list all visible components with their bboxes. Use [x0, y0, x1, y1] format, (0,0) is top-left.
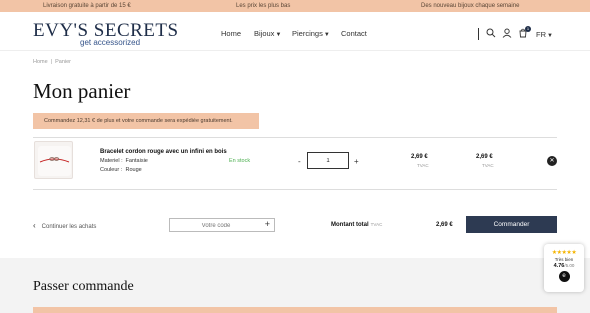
language-selector[interactable]: FR▼	[536, 30, 553, 39]
breadcrumb-current: Panier	[55, 59, 72, 65]
line-total-tax: TVAC	[482, 163, 494, 168]
search-icon[interactable]	[486, 28, 496, 38]
divider	[33, 189, 557, 190]
rating-stars-icon: ★★★★★	[551, 250, 577, 256]
announcement-low-prices: Les prix les plus bas	[236, 3, 291, 9]
nav-bijoux-label: Bijoux	[254, 29, 275, 38]
total-tax-label: TVAC	[370, 222, 383, 227]
checkout-title: Passer commande	[33, 279, 134, 294]
quantity-decrease-button[interactable]: -	[298, 157, 301, 166]
quantity-increase-button[interactable]: +	[354, 157, 359, 166]
nav-contact[interactable]: Contact	[341, 29, 367, 38]
announcement-free-shipping: Livraison gratuite à partir de 15 €	[43, 3, 131, 9]
rating-score: 4.76/5.00	[544, 263, 584, 269]
total-amount: 2,69 €	[436, 222, 453, 228]
bracelet-image	[38, 146, 71, 176]
product-name[interactable]: Bracelet cordon rouge avec un infini en …	[100, 149, 227, 155]
apply-promo-button[interactable]: +	[265, 219, 270, 229]
quantity-input[interactable]	[307, 152, 349, 169]
announcement-bar: Livraison gratuite à partir de 15 € Les …	[0, 0, 590, 12]
nav-bijoux[interactable]: Bijoux▼	[254, 29, 281, 38]
rating-max: /5.00	[564, 263, 575, 268]
free-shipping-notice: Commandez 12,31 € de plus et votre comma…	[33, 113, 259, 129]
product-color: Couleur : Rouge	[100, 167, 142, 173]
cart-count-badge: 1	[525, 26, 531, 32]
rating-value: 4.76	[553, 263, 565, 269]
nav-piercings[interactable]: Piercings▼	[292, 29, 330, 38]
breadcrumb: Home | Panier	[33, 59, 71, 65]
announcement-new-jewelry: Des nouveau bijoux chaque semaine	[421, 3, 520, 9]
chevron-down-icon: ▼	[547, 33, 553, 39]
continue-shopping-link[interactable]: ‹ Continuer les achats	[33, 221, 96, 230]
nav-piercings-label: Piercings	[292, 29, 323, 38]
logo-tagline: get accessorized	[80, 38, 141, 47]
close-icon: ✕	[549, 158, 555, 164]
total-label: Montant total TVAC	[331, 222, 382, 228]
chevron-left-icon: ‹	[33, 221, 36, 230]
material-label: Materiel :	[100, 158, 123, 164]
page-title: Mon panier	[33, 79, 131, 103]
color-value: Rouge	[125, 167, 142, 173]
language-label: FR	[536, 30, 546, 39]
product-material: Materiel : Fantaisie	[100, 158, 148, 164]
continue-shopping-label: Continuer les achats	[41, 224, 97, 230]
header-divider	[478, 28, 479, 40]
checkout-notice-strip	[33, 307, 557, 313]
divider	[33, 137, 557, 138]
unit-price: 2,69 €	[411, 154, 428, 160]
rating-label: Très bien	[554, 257, 574, 262]
promo-code-field: +	[169, 218, 275, 232]
color-label: Couleur :	[100, 167, 123, 173]
line-total: 2,69 €	[476, 154, 493, 160]
chevron-down-icon: ▼	[275, 32, 282, 38]
unit-price-tax: TVAC	[417, 163, 429, 168]
promo-code-input[interactable]	[171, 220, 261, 231]
material-value: Fantaisie	[125, 158, 148, 164]
user-icon[interactable]	[502, 28, 512, 38]
product-thumbnail[interactable]	[34, 141, 73, 179]
breadcrumb-separator: |	[50, 59, 53, 65]
site-header: EVY'S SECRETS get accessorized Home Bijo…	[0, 12, 590, 51]
stock-status: En stock	[229, 158, 251, 164]
checkout-button[interactable]: Commander	[466, 216, 557, 233]
review-provider-logo-icon: e	[558, 271, 570, 282]
nav-home[interactable]: Home	[221, 29, 241, 38]
breadcrumb-home[interactable]: Home	[33, 59, 48, 65]
total-label-text: Montant total	[331, 222, 369, 228]
reviews-widget[interactable]: ★★★★★ Très bien 4.76/5.00 e	[544, 244, 584, 292]
chevron-down-icon: ▼	[323, 32, 330, 38]
remove-item-button[interactable]: ✕	[547, 156, 557, 166]
